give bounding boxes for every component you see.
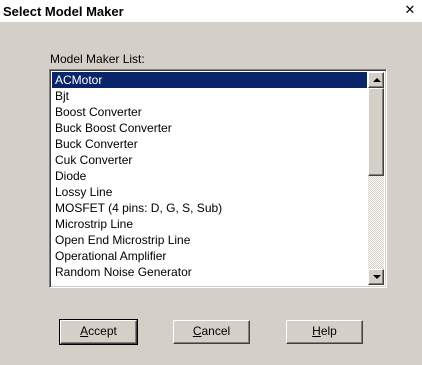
list-item[interactable]: Open End Microstrip Line <box>52 232 367 248</box>
accept-button[interactable]: Accept <box>59 319 138 345</box>
model-maker-list-items: ACMotor Bjt Boost Converter Buck Boost Conv… <box>52 72 367 287</box>
help-button[interactable]: Help <box>286 320 363 344</box>
title-bar[interactable]: Select Model Maker ✕ <box>0 0 422 22</box>
help-label: elp <box>320 324 337 338</box>
scroll-down-arrow-icon <box>373 275 381 279</box>
accept-mnemonic: A <box>80 324 89 338</box>
model-maker-list-label: Model Maker List: <box>50 52 145 66</box>
scroll-up-button[interactable] <box>368 72 384 88</box>
list-item[interactable]: Lossy Line <box>52 184 367 200</box>
model-maker-listbox[interactable]: ACMotor Bjt Boost Converter Buck Boost Conv… <box>49 69 387 288</box>
scroll-down-button[interactable] <box>368 269 384 285</box>
list-item[interactable]: ACMotor <box>52 72 367 88</box>
list-item[interactable]: Buck Converter <box>52 136 367 152</box>
list-item[interactable]: Boost Converter <box>52 104 367 120</box>
list-item[interactable]: Random Noise Generator <box>52 264 367 280</box>
list-item[interactable]: Bjt <box>52 88 367 104</box>
list-item[interactable]: Buck Boost Converter <box>52 120 367 136</box>
close-icon[interactable]: ✕ <box>403 4 417 18</box>
list-item[interactable]: Diode <box>52 168 367 184</box>
accept-label: ccept <box>88 324 117 338</box>
vertical-scrollbar[interactable] <box>368 72 384 285</box>
window-title: Select Model Maker <box>3 4 124 19</box>
cancel-button[interactable]: Cancel <box>173 320 250 344</box>
list-item[interactable]: Cuk Converter <box>52 152 367 168</box>
list-item[interactable]: Operational Amplifier <box>52 248 367 264</box>
help-mnemonic: H <box>312 324 321 338</box>
scroll-up-arrow-icon <box>373 78 381 82</box>
scrollbar-thumb[interactable] <box>368 88 384 176</box>
list-item[interactable]: MOSFET (4 pins: D, G, S, Sub) <box>52 200 367 216</box>
select-model-maker-dialog: Select Model Maker ✕ Model Maker List: A… <box>0 0 422 365</box>
list-item[interactable]: Microstrip Line <box>52 216 367 232</box>
cancel-label: ancel <box>201 324 231 338</box>
